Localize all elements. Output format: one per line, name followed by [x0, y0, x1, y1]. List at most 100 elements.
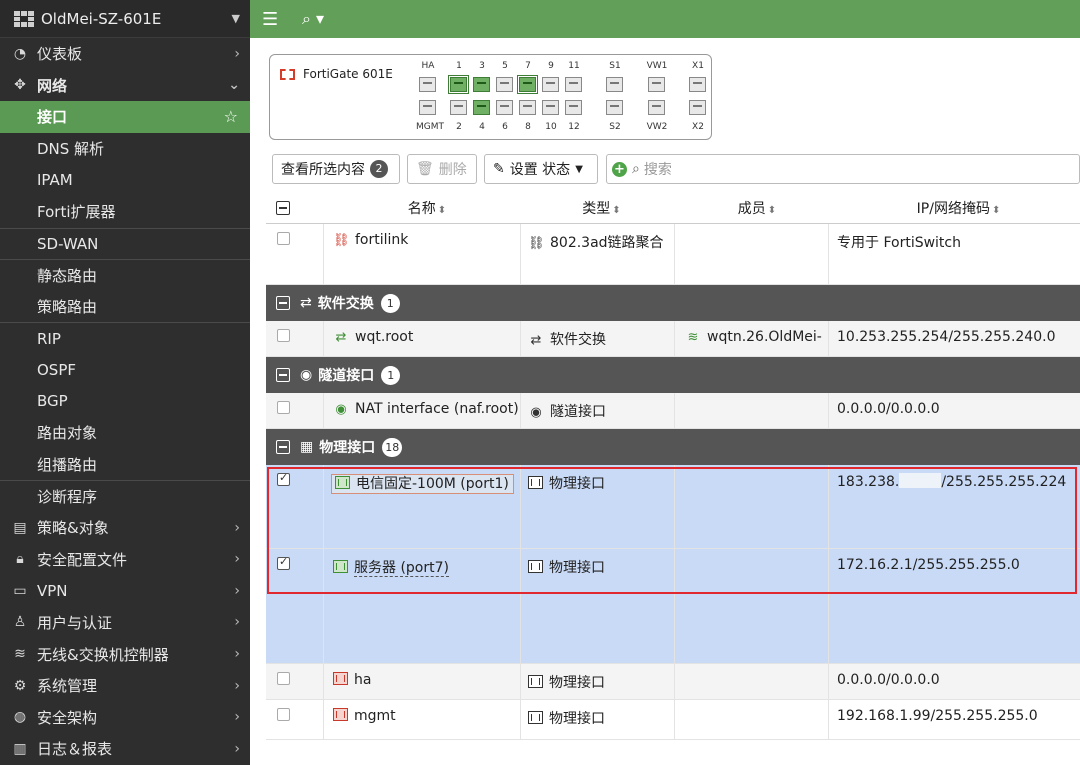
- collapse-icon[interactable]: [276, 296, 290, 310]
- group-label: 隧道接口: [318, 368, 375, 384]
- tunnel-icon: ◉: [300, 367, 313, 383]
- chevron-right-icon: ›: [234, 582, 240, 599]
- table-row[interactable]: mgmt 物理接口 192.168.1.99/255.255.255.0: [266, 700, 1080, 740]
- table-row[interactable]: ⇄ wqt.root ⇄ 软件交换 ≋ wqtn.26.OldMei- 10.253.…: [266, 321, 1080, 357]
- type-cell: ⇄ 软件交换: [521, 321, 675, 356]
- row-checkbox-checked[interactable]: [277, 555, 290, 570]
- column-ip-netmask[interactable]: IP/网络掩码 ⬍: [829, 198, 1080, 218]
- table-row[interactable]: ha 物理接口 0.0.0.0/0.0.0.0: [266, 664, 1080, 700]
- port-bottom-5[interactable]: [542, 100, 559, 115]
- nav-policy-objects[interactable]: ▤ 策略&对象 ›: [0, 512, 250, 544]
- port-bottom-0[interactable]: [419, 100, 436, 115]
- nav-sub-multicast[interactable]: 组播路由: [0, 449, 250, 481]
- port-label: 6: [502, 122, 508, 132]
- nav-sub-bgp[interactable]: BGP: [0, 386, 250, 418]
- delete-button[interactable]: 🗑︎ 删除: [407, 154, 477, 184]
- group-header-software-switch[interactable]: ⇄ 软件交换 1: [266, 285, 1080, 321]
- set-status-button[interactable]: ✎ 设置 状态 ▼: [484, 154, 598, 184]
- port-bottom-9[interactable]: [689, 100, 706, 115]
- caret-down-icon[interactable]: ▼: [232, 12, 240, 25]
- port-top-9[interactable]: [689, 77, 706, 92]
- port-top-1[interactable]: [448, 75, 469, 94]
- port-bottom-3[interactable]: [496, 100, 513, 115]
- port-up-icon: [335, 476, 350, 489]
- collapse-icon[interactable]: [276, 440, 290, 454]
- device-brand: FortiGate 601E: [280, 67, 393, 81]
- search-input[interactable]: + ⌕ 搜索: [606, 154, 1080, 184]
- star-icon[interactable]: ☆: [224, 107, 238, 126]
- nav-sub-fortiextender[interactable]: Forti扩展器: [0, 196, 250, 228]
- nav-user-auth[interactable]: ♙ 用户与认证 ›: [0, 607, 250, 639]
- nav-sub-label: SD-WAN: [37, 234, 99, 253]
- row-checkbox-cell: [266, 224, 324, 284]
- nav-dashboard[interactable]: ◔ 仪表板 ›: [0, 38, 250, 70]
- row-checkbox[interactable]: [277, 329, 290, 342]
- interface-name: ha: [354, 672, 372, 688]
- port-bottom-6[interactable]: [565, 100, 582, 115]
- row-checkbox[interactable]: [277, 708, 290, 721]
- group-label: 物理接口: [319, 440, 376, 456]
- nav-sub-interfaces[interactable]: 接口 ☆: [0, 101, 250, 133]
- port-label: HA: [421, 61, 435, 71]
- nav-system[interactable]: ⚙ 系统管理 ›: [0, 670, 250, 702]
- port-bottom-7[interactable]: [606, 100, 623, 115]
- column-type[interactable]: 类型 ⬍: [521, 198, 675, 218]
- row-checkbox[interactable]: [277, 401, 290, 414]
- group-header-physical[interactable]: ▦ 物理接口 18: [266, 429, 1080, 465]
- collapse-icon[interactable]: [276, 368, 290, 382]
- port-top-8[interactable]: [648, 77, 665, 92]
- nav-log-report[interactable]: ▥ 日志＆报表 ›: [0, 733, 250, 765]
- column-name[interactable]: 名称 ⬍: [324, 198, 521, 218]
- nav-sub-diagnostics[interactable]: 诊断程序: [0, 480, 250, 512]
- row-checkbox-checked[interactable]: [277, 471, 290, 486]
- nav-security-fabric[interactable]: ◍ 安全架构 ›: [0, 701, 250, 733]
- port-bottom-8[interactable]: [648, 100, 665, 115]
- table-row[interactable]: ◉ NAT interface (naf.root) ◉ 隧道接口 0.0.0.0/…: [266, 393, 1080, 429]
- port-icon: [528, 675, 543, 688]
- port-top-7[interactable]: [606, 77, 623, 92]
- interface-type: 隧道接口: [550, 404, 606, 420]
- group-header-tunnel[interactable]: ◉ 隧道接口 1: [266, 357, 1080, 393]
- nav-network[interactable]: ✥ 网络 ⌄: [0, 69, 250, 102]
- add-filter-icon[interactable]: +: [612, 161, 627, 177]
- select-all-checkbox[interactable]: [266, 200, 324, 216]
- row-checkbox-cell: [266, 321, 324, 356]
- port-icon: [528, 476, 543, 489]
- nav-security-profiles[interactable]: 🔒︎ 安全配置文件 ›: [0, 544, 250, 576]
- nav-sub-ospf[interactable]: OSPF: [0, 354, 250, 386]
- port-label: 10: [545, 122, 557, 132]
- nav-sub-label: DNS 解析: [37, 140, 105, 159]
- port-top-3[interactable]: [496, 77, 513, 92]
- port-bottom-2[interactable]: [473, 100, 490, 115]
- hamburger-menu-icon[interactable]: ☰: [262, 9, 280, 30]
- nav-sub-static-routes[interactable]: 静态路由: [0, 259, 250, 291]
- search-icon[interactable]: ⌕ ▾: [302, 9, 324, 29]
- chevron-right-icon: ›: [234, 740, 240, 757]
- nav-sub-policy-routes[interactable]: 策略路由: [0, 291, 250, 323]
- table-row-selected[interactable]: 服务器 (port7) 物理接口 172.16.2.1/255.255.255.…: [266, 549, 1080, 664]
- interface-ip: 专用于 FortiSwitch: [837, 235, 961, 251]
- interface-ip: 192.168.1.99/255.255.255.0: [837, 708, 1038, 724]
- device-switcher[interactable]: OldMei-SZ-601E ▼: [0, 0, 250, 38]
- nav-sub-ipam[interactable]: IPAM: [0, 164, 250, 196]
- column-members[interactable]: 成员 ⬍: [675, 198, 829, 218]
- port-bottom-1[interactable]: [450, 100, 467, 115]
- nav-sub-routing-objects[interactable]: 路由对象: [0, 417, 250, 449]
- interface-type: 物理接口: [549, 476, 605, 492]
- view-selected-button[interactable]: 查看所选内容 2: [272, 154, 400, 184]
- table-row[interactable]: ⛓︎ fortilink ⛓︎ 802.3ad链路聚合 专用于 FortiSwitc…: [266, 224, 1080, 285]
- table-row-selected[interactable]: 电信固定-100M (port1) 物理接口 183.238. /255.255.…: [266, 465, 1080, 549]
- port-top-0[interactable]: [419, 77, 436, 92]
- nav-sub-sdwan[interactable]: SD-WAN: [0, 227, 250, 260]
- port-top-4[interactable]: [517, 75, 538, 94]
- port-top-6[interactable]: [565, 77, 582, 92]
- row-checkbox[interactable]: [277, 672, 290, 685]
- nav-sub-rip[interactable]: RIP: [0, 322, 250, 354]
- port-top-5[interactable]: [542, 77, 559, 92]
- port-bottom-4[interactable]: [519, 100, 536, 115]
- nav-sub-dns[interactable]: DNS 解析: [0, 133, 250, 165]
- row-checkbox[interactable]: [277, 232, 290, 245]
- port-top-2[interactable]: [473, 77, 490, 92]
- nav-vpn[interactable]: ▭ VPN ›: [0, 575, 250, 607]
- nav-wifi-switch[interactable]: ≋ 无线&交换机控制器 ›: [0, 638, 250, 670]
